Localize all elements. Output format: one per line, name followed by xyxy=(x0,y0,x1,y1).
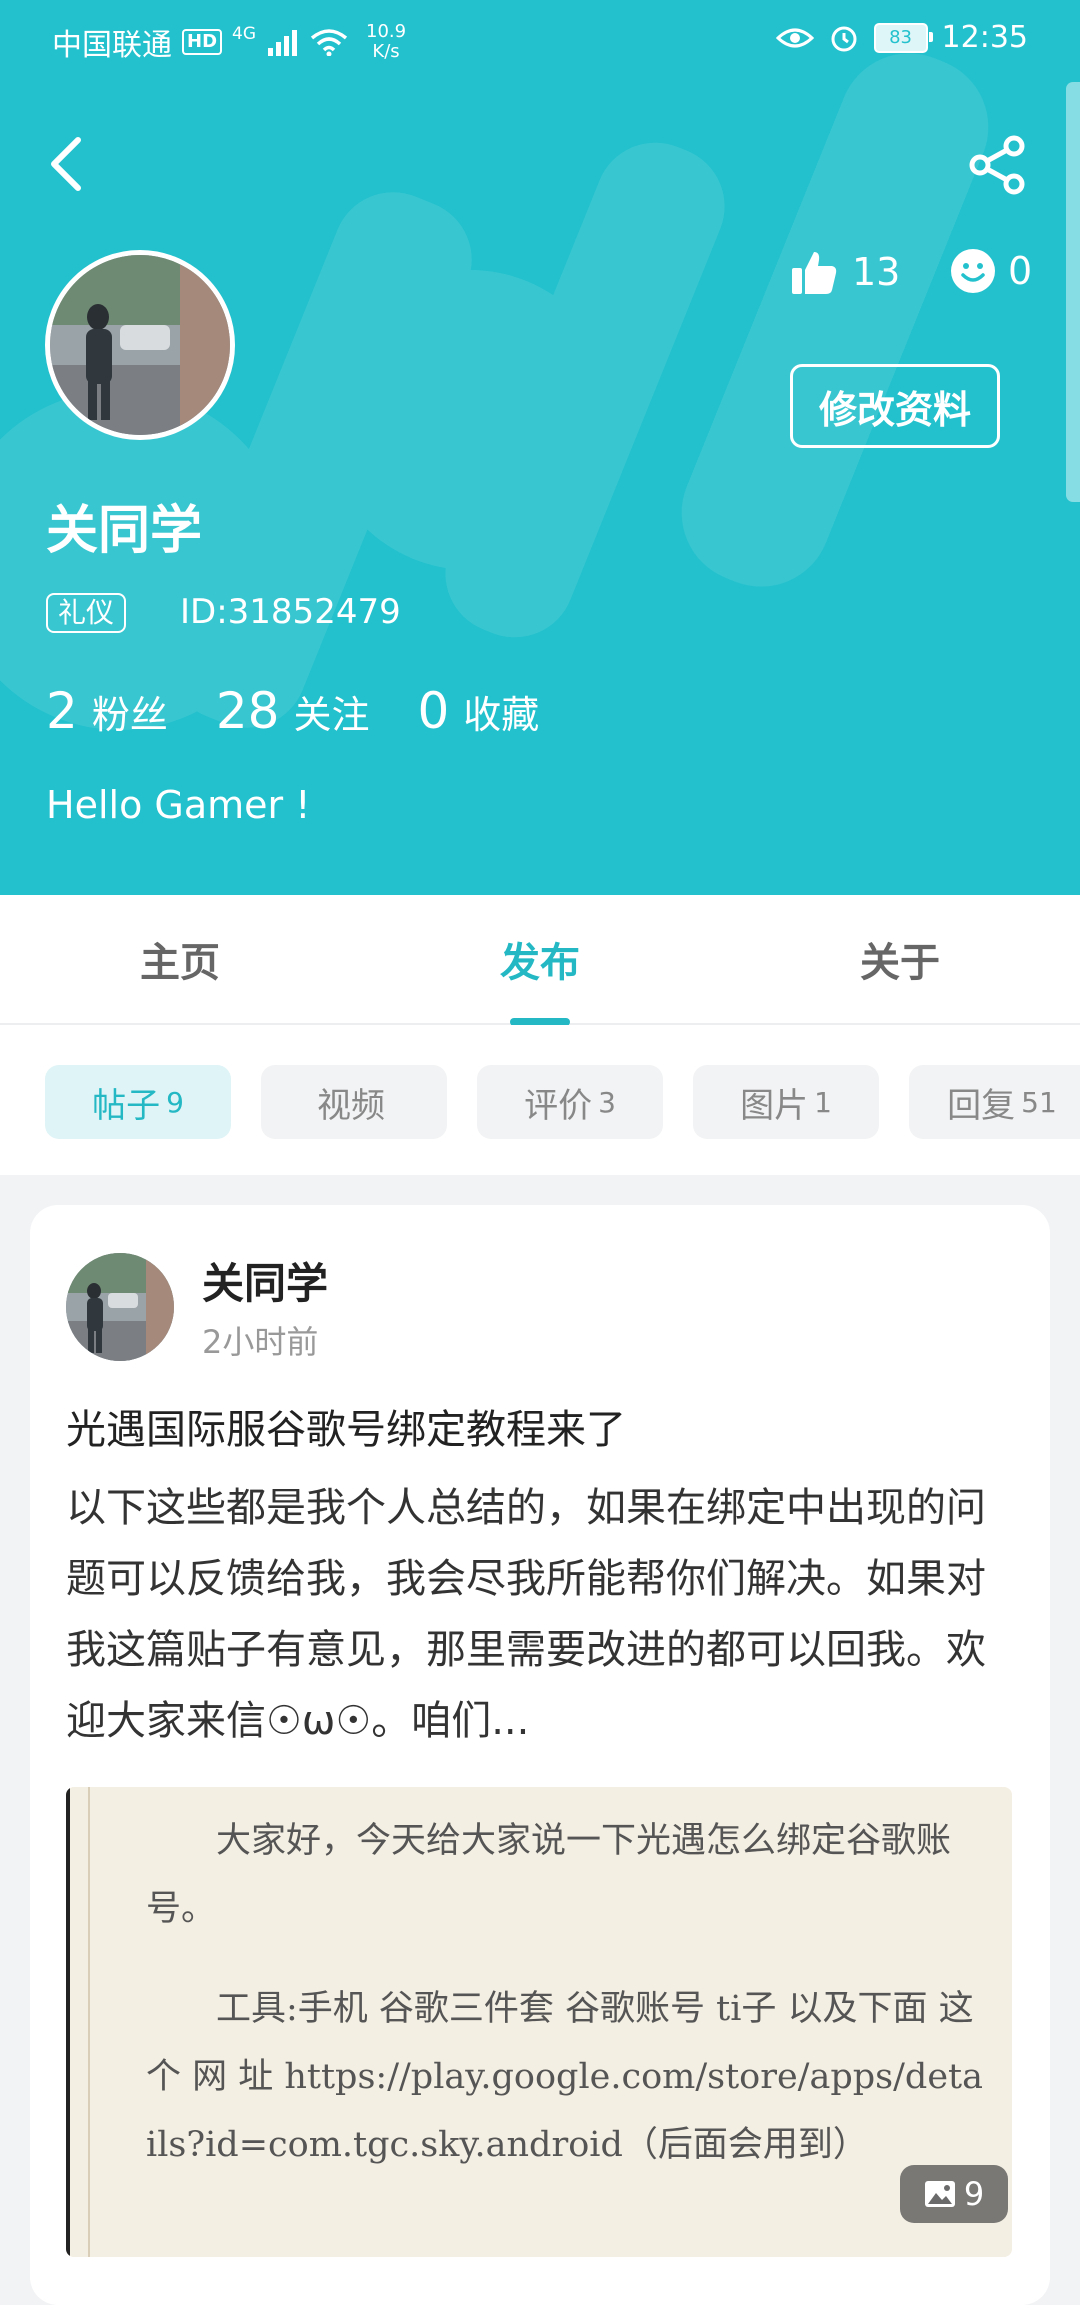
edit-profile-button[interactable]: 修改资料 xyxy=(790,364,1000,448)
chip-count: 51 xyxy=(1021,1085,1057,1119)
post-author-avatar[interactable] xyxy=(66,1253,174,1361)
chip-reviews[interactable]: 评价 3 xyxy=(477,1065,663,1139)
smiles-counter: 0 xyxy=(950,248,1032,294)
stat-favorites[interactable]: 0 收藏 xyxy=(417,682,539,740)
chip-label: 图片 xyxy=(740,1085,809,1126)
stat-fans-count: 2 xyxy=(46,682,78,740)
carrier-label: 中国联通 xyxy=(52,28,172,63)
post-timestamp: 2小时前 xyxy=(202,1323,319,1361)
image-icon xyxy=(924,2181,955,2207)
likes-counter: 13 xyxy=(790,248,900,296)
scrollbar[interactable] xyxy=(1066,82,1080,502)
battery-indicator: 83 xyxy=(873,22,933,53)
chip-replies[interactable]: 回复 51 xyxy=(909,1065,1080,1139)
profile-bio: Hello Gamer ! xyxy=(46,783,311,827)
profile-tag-badge: 礼仪 xyxy=(46,593,127,633)
stat-favorites-count: 0 xyxy=(417,682,450,740)
network-speed: 10.9 K/s xyxy=(366,22,406,62)
chip-label: 回复 xyxy=(947,1085,1016,1126)
chip-images[interactable]: 图片 1 xyxy=(693,1065,879,1139)
chip-posts[interactable]: 帖子 9 xyxy=(45,1065,231,1139)
network-type: 4G xyxy=(232,24,257,44)
tab-home[interactable]: 主页 xyxy=(0,895,360,1023)
post-image-text: 大家好，今天给大家说一下光遇怎么绑定谷歌账号。 工具:手机 谷歌三件套 谷歌账号… xyxy=(146,1807,986,2211)
status-bar: 中国联通 HD 4G 10.9 K/s 83 12:35 xyxy=(0,0,1080,80)
stat-following-count: 28 xyxy=(215,682,280,740)
wifi-icon xyxy=(310,29,348,56)
chip-label: 帖子 xyxy=(92,1085,161,1126)
alarm-icon xyxy=(831,26,857,51)
hd-badge: HD xyxy=(182,29,223,55)
content-filter-chips: 帖子 9 视频 评价 3 图片 1 回复 51 xyxy=(0,1025,1080,1175)
image-count: 9 xyxy=(963,2175,985,2213)
post-image[interactable]: 大家好，今天给大家说一下光遇怎么绑定谷歌账号。 工具:手机 谷歌三件套 谷歌账号… xyxy=(66,1787,1012,2257)
chip-count: 1 xyxy=(814,1085,832,1119)
post-card[interactable]: 关同学 2小时前 光遇国际服谷歌号绑定教程来了 以下这些都是我个人总结的，如果在… xyxy=(30,1205,1050,2305)
stat-following-label: 关注 xyxy=(293,693,370,737)
avatar-photo xyxy=(50,255,230,435)
profile-header: 中国联通 HD 4G 10.9 K/s 83 12:35 关同学 礼仪 ID:3… xyxy=(0,0,1080,895)
chip-videos[interactable]: 视频 xyxy=(261,1065,447,1139)
profile-avatar[interactable] xyxy=(45,250,235,440)
stat-fans[interactable]: 2 粉丝 xyxy=(46,682,168,740)
smile-icon xyxy=(951,249,995,293)
post-excerpt[interactable]: 以下这些都是我个人总结的，如果在绑定中出现的问题可以反馈给我，我会尽我所能帮你们… xyxy=(66,1473,1016,1757)
profile-stats: 2 粉丝 28 关注 0 收藏 xyxy=(46,682,587,740)
chip-count: 9 xyxy=(166,1085,184,1119)
profile-name: 关同学 xyxy=(46,501,203,561)
post-author-name[interactable]: 关同学 xyxy=(202,1250,328,1311)
chip-label: 视频 xyxy=(317,1085,385,1126)
stat-favorites-label: 收藏 xyxy=(463,693,540,737)
tab-about[interactable]: 关于 xyxy=(720,895,1080,1023)
speed-value: 10.9 xyxy=(366,21,407,42)
thumbs-up-icon xyxy=(792,252,837,294)
chip-label: 评价 xyxy=(524,1085,593,1126)
likes-count: 13 xyxy=(852,250,901,294)
image-paragraph: 大家好，今天给大家说一下光遇怎么绑定谷歌账号。 xyxy=(146,1821,952,1929)
image-count-badge: 9 xyxy=(900,2165,1008,2223)
share-icon[interactable] xyxy=(968,134,1028,196)
speed-unit: K/s xyxy=(372,41,400,62)
profile-tabs: 主页 发布 关于 xyxy=(0,895,1080,1025)
chip-count: 3 xyxy=(598,1085,616,1119)
back-arrow-icon[interactable] xyxy=(44,134,88,194)
avatar-photo xyxy=(66,1253,174,1361)
image-paragraph: 工具:手机 谷歌三件套 谷歌账号 ti子 以及下面 这 个 网 址 https:… xyxy=(146,1989,983,2165)
signal-icon xyxy=(268,30,298,56)
eye-icon xyxy=(775,28,814,47)
smiles-count: 0 xyxy=(1008,249,1033,293)
clock: 12:35 xyxy=(941,20,1028,55)
profile-id: ID:31852479 xyxy=(180,592,401,632)
stat-following[interactable]: 28 关注 xyxy=(216,682,370,740)
stat-fans-label: 粉丝 xyxy=(91,693,168,737)
post-title[interactable]: 光遇国际服谷歌号绑定教程来了 xyxy=(66,1397,626,1455)
tab-posts[interactable]: 发布 xyxy=(360,895,720,1023)
